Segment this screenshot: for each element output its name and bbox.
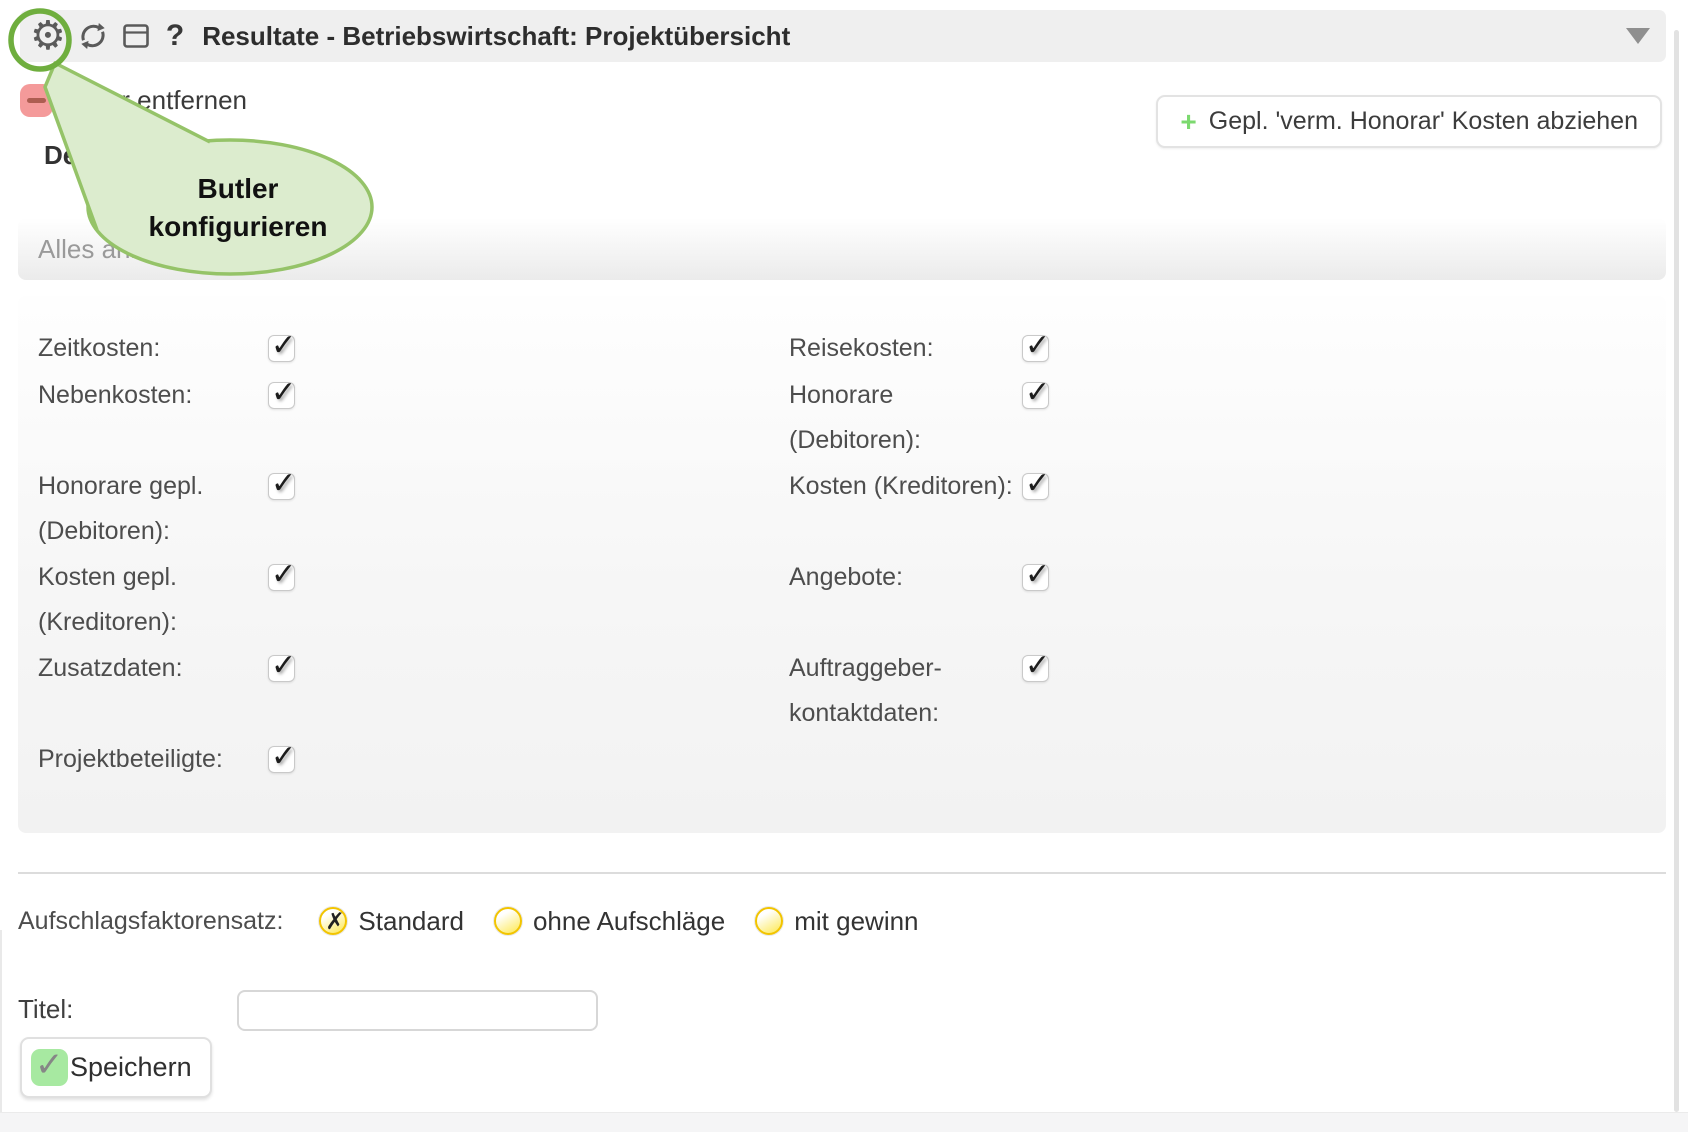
radio-option-ohne-aufschlaege[interactable]: ohne Aufschläge [494, 906, 725, 937]
radio-mit-gewinn-icon[interactable] [755, 907, 783, 935]
markup-factor-label: Aufschlagsfaktorensatz: [18, 907, 283, 936]
radio-standard-label: Standard [358, 906, 464, 937]
check-icon: ✓ [1025, 467, 1050, 500]
radio-ohne-aufschlaege-label: ohne Aufschläge [533, 906, 725, 937]
check-all-band: Alles anhaken [18, 218, 1666, 280]
deduct-costs-label: Gepl. 'verm. Honorar' Kosten abziehen [1209, 107, 1638, 136]
help-icon[interactable]: ? [166, 19, 184, 53]
check-icon: ✓ [271, 329, 296, 362]
radio-mit-gewinn-label: mit gewinn [794, 906, 918, 937]
checkbox-angebote[interactable]: ✓ [1022, 564, 1049, 591]
auftraggeber-kontaktdaten-label: Auftraggeber-kontaktdaten: [789, 646, 1014, 736]
nebenkosten-label: Nebenkosten: [38, 373, 263, 418]
checkbox-honorare-gepl[interactable]: ✓ [268, 473, 295, 500]
gear-icon[interactable]: ⚙ [30, 16, 66, 56]
panel-left-border [0, 930, 2, 1112]
check-icon: ✓ [1025, 329, 1050, 362]
check-icon: ✓ [271, 467, 296, 500]
row-kosten-gepl: Kosten gepl. (Kreditoren): ✓ [38, 555, 498, 645]
projektbeteiligte-label: Projektbeteiligte: [38, 737, 263, 782]
save-check-icon: ✓ [31, 1049, 68, 1086]
row-honorare-gepl: Honorare gepl. (Debitoren): ✓ [38, 464, 498, 554]
callout-text-line1: Butler [198, 173, 279, 204]
checkbox-zusatzdaten[interactable]: ✓ [268, 655, 295, 682]
checkbox-projektbeteiligte[interactable]: ✓ [268, 746, 295, 773]
row-honorare-debitoren: Honorare (Debitoren): ✓ [789, 373, 1249, 463]
check-icon: ✓ [271, 740, 296, 773]
minus-icon [20, 84, 53, 117]
collapse-panel-icon[interactable] [1626, 28, 1650, 44]
checkbox-kosten-kreditoren[interactable]: ✓ [1022, 473, 1049, 500]
zeitkosten-label: Zeitkosten: [38, 326, 263, 371]
refresh-icon[interactable] [76, 19, 110, 53]
check-icon: ✓ [1025, 558, 1050, 591]
zusatzdaten-label: Zusatzdaten: [38, 646, 263, 691]
honorare-debitoren-label: Honorare (Debitoren): [789, 373, 1014, 463]
radio-option-mit-gewinn[interactable]: mit gewinn [755, 906, 918, 937]
deduct-costs-button[interactable]: + Gepl. 'verm. Honorar' Kosten abziehen [1156, 95, 1662, 148]
details-heading: Detaillierung [44, 140, 201, 171]
radio-standard-icon[interactable]: ✗ [319, 907, 347, 935]
check-icon: ✓ [1025, 649, 1050, 682]
radio-ohne-aufschlaege-icon[interactable] [494, 907, 522, 935]
check-icon: ✓ [271, 649, 296, 682]
panel-header: ⚙ ? Resultate - Betriebswirtschaft: Proj… [20, 10, 1666, 62]
reisekosten-label: Reisekosten: [789, 326, 1014, 371]
checkbox-nebenkosten[interactable]: ✓ [268, 382, 295, 409]
row-projektbeteiligte: Projektbeteiligte: ✓ [38, 737, 498, 782]
honorare-gepl-label: Honorare gepl. (Debitoren): [38, 464, 263, 554]
titel-input[interactable] [237, 990, 598, 1031]
row-reisekosten: Reisekosten: ✓ [789, 326, 1249, 371]
remove-butler-button[interactable]: Butler entfernen [20, 84, 247, 117]
section-divider [18, 872, 1666, 874]
row-zeitkosten: Zeitkosten: ✓ [38, 326, 498, 371]
kosten-gepl-label: Kosten gepl. (Kreditoren): [38, 555, 263, 645]
bottom-strip [0, 1112, 1688, 1132]
checkbox-zeitkosten[interactable]: ✓ [268, 335, 295, 362]
selected-x-icon: ✗ [325, 908, 344, 936]
row-angebote: Angebote: ✓ [789, 555, 1249, 600]
panel-title: Resultate - Betriebswirtschaft: Projektü… [202, 21, 790, 52]
check-glyph: ✓ [35, 1047, 64, 1084]
row-zusatzdaten: Zusatzdaten: ✓ [38, 646, 498, 691]
radio-option-standard[interactable]: ✗ Standard [319, 906, 464, 937]
save-button-label: Speichern [70, 1052, 192, 1083]
row-kosten-kreditoren: Kosten (Kreditoren): ✓ [789, 464, 1249, 509]
markup-factor-row: Aufschlagsfaktorensatz: ✗ Standard ohne … [18, 903, 949, 939]
check-icon: ✓ [271, 376, 296, 409]
check-icon: ✓ [271, 558, 296, 591]
detail-options-section: Zeitkosten: ✓ Nebenkosten: ✓ Honorare ge… [18, 296, 1666, 833]
plus-icon: + [1180, 108, 1196, 136]
save-button[interactable]: ✓ Speichern [20, 1037, 212, 1098]
angebote-label: Angebote: [789, 555, 1014, 600]
checkbox-reisekosten[interactable]: ✓ [1022, 335, 1049, 362]
checkbox-honorare-debitoren[interactable]: ✓ [1022, 382, 1049, 409]
check-icon: ✓ [1025, 376, 1050, 409]
checkbox-kosten-gepl[interactable]: ✓ [268, 564, 295, 591]
kosten-kreditoren-label: Kosten (Kreditoren): [789, 464, 1014, 509]
remove-butler-label: Butler entfernen [62, 85, 247, 116]
row-nebenkosten: Nebenkosten: ✓ [38, 373, 498, 418]
titel-label: Titel: [18, 994, 73, 1025]
check-all-link[interactable]: Alles anhaken [38, 234, 201, 265]
scrollbar-track [1674, 30, 1679, 1112]
row-auftraggeber-kontaktdaten: Auftraggeber-kontaktdaten: ✓ [789, 646, 1249, 736]
window-icon[interactable] [122, 22, 150, 50]
checkbox-auftraggeber-kontaktdaten[interactable]: ✓ [1022, 655, 1049, 682]
